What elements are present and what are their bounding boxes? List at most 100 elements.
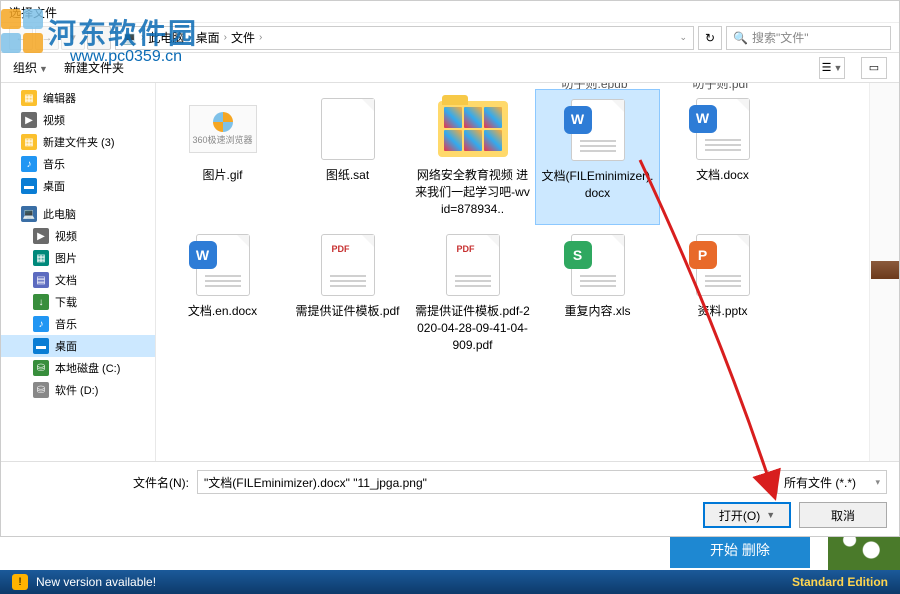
- dialog-title: 选择文件: [1, 1, 899, 23]
- tree-item[interactable]: ▤ 文档: [1, 269, 155, 291]
- breadcrumb-part[interactable]: 桌面: [196, 29, 220, 46]
- file-item[interactable]: 360极速浏览器图片.gif: [160, 89, 285, 225]
- music-icon: ♪: [33, 316, 49, 332]
- tree-item[interactable]: ▦ 新建文件夹 (3): [1, 131, 155, 153]
- preview-pane-button[interactable]: ▭: [861, 57, 887, 79]
- desktop-icon: ▬: [21, 178, 37, 194]
- file-item[interactable]: PDF 需提供证件模板.pdf-2020-04-28-09-41-04-909.p…: [410, 225, 535, 361]
- file-thumbnail: PDF: [437, 233, 509, 297]
- search-input[interactable]: 🔍 搜索"文件": [726, 26, 891, 50]
- tree-item[interactable]: ▬ 桌面: [1, 175, 155, 197]
- breadcrumb-part[interactable]: 此电脑: [148, 29, 184, 46]
- file-thumbnail: [437, 97, 509, 161]
- tree-item-label: 软件 (D:): [55, 382, 98, 398]
- folder-tree: ▦编辑器▶视频▦新建文件夹 (3)♪音乐▬桌面💻此电脑▶视频▦图片▤文档↓下载♪…: [1, 83, 156, 461]
- doc-icon: ▤: [33, 272, 49, 288]
- tree-item-label: 桌面: [43, 178, 65, 194]
- desktop-icon: ▬: [33, 338, 49, 354]
- file-item[interactable]: 图纸.sat: [285, 89, 410, 225]
- file-thumbnail: S: [562, 233, 634, 297]
- file-name-label: 网络安全教育视频 进来我们一起学习吧-wvid=878934..: [414, 167, 531, 217]
- file-type-filter[interactable]: 所有文件 (*.*): [777, 470, 887, 494]
- pic-icon: ▦: [33, 250, 49, 266]
- nav-recent-dropdown[interactable]: ▾: [61, 26, 85, 50]
- music-icon: ♪: [21, 156, 37, 172]
- status-message: New version available!: [36, 575, 156, 589]
- tree-item-label: 音乐: [55, 316, 77, 332]
- file-thumbnail: PDF: [312, 233, 384, 297]
- nav-back-button[interactable]: ←: [9, 26, 33, 50]
- file-thumbnail: 360极速浏览器: [187, 97, 259, 161]
- pc-icon: 💻: [122, 31, 137, 45]
- tree-item-label: 下载: [55, 294, 77, 310]
- tree-item[interactable]: ⛁ 软件 (D:): [1, 379, 155, 401]
- new-folder-button[interactable]: 新建文件夹: [64, 59, 124, 76]
- file-name-label: 资料.pptx: [697, 303, 747, 320]
- tree-item[interactable]: ▦ 编辑器: [1, 87, 155, 109]
- file-name-label: 需提供证件模板.pdf: [295, 303, 399, 320]
- video-icon: ▶: [21, 112, 37, 128]
- breadcrumb[interactable]: 💻 › 此电脑 › 桌面 › 文件 › ⌄: [115, 26, 694, 50]
- file-item[interactable]: 网络安全教育视频 进来我们一起学习吧-wvid=878934..: [410, 89, 535, 225]
- file-list[interactable]: 叻子则.epub 叻子则.pdf 360极速浏览器图片.gif图纸.sat网络安…: [156, 83, 869, 461]
- file-thumbnail: W: [687, 97, 759, 161]
- refresh-button[interactable]: ↻: [698, 26, 722, 50]
- tree-item-label: 音乐: [43, 156, 65, 172]
- organize-menu[interactable]: 组织▼: [13, 59, 48, 76]
- folder-icon: ▦: [21, 90, 37, 106]
- file-item[interactable]: PDF 需提供证件模板.pdf: [285, 225, 410, 361]
- open-button[interactable]: 打开(O)▼: [703, 502, 791, 528]
- file-name-label: 需提供证件模板.pdf-2020-04-28-09-41-04-909.pdf: [414, 303, 531, 353]
- pc-icon: 💻: [21, 206, 37, 222]
- file-thumbnail: W: [562, 98, 634, 162]
- file-thumbnail: [312, 97, 384, 161]
- tree-item-label: 视频: [55, 228, 77, 244]
- file-name-label: 文档(FILEminimizer).docx: [540, 168, 655, 202]
- tree-item[interactable]: ▶视频: [1, 225, 155, 247]
- filename-input[interactable]: [197, 470, 769, 494]
- tree-item[interactable]: ⛁ 本地磁盘 (C:): [1, 357, 155, 379]
- file-name-label: 重复内容.xls: [564, 303, 630, 320]
- tree-item[interactable]: 💻 此电脑: [1, 203, 155, 225]
- file-thumbnail: W: [187, 233, 259, 297]
- tree-item[interactable]: ▦ 图片: [1, 247, 155, 269]
- tree-item[interactable]: ♪ 音乐: [1, 313, 155, 335]
- tree-item[interactable]: ♪ 音乐: [1, 153, 155, 175]
- view-mode-button[interactable]: ☰▼: [819, 57, 845, 79]
- tree-item-label: 编辑器: [43, 90, 76, 106]
- breadcrumb-part[interactable]: 文件: [231, 29, 255, 46]
- tree-item[interactable]: ▶ 视频: [1, 109, 155, 131]
- file-thumbnail: P: [687, 233, 759, 297]
- down-icon: ↓: [33, 294, 49, 310]
- breadcrumb-dropdown-icon[interactable]: ⌄: [679, 32, 687, 43]
- start-delete-button[interactable]: 开始 删除: [670, 532, 810, 568]
- nav-up-button[interactable]: ↑: [87, 26, 111, 50]
- tree-item-label: 文档: [55, 272, 77, 288]
- filename-label: 文件名(N):: [133, 474, 189, 491]
- tree-item-label: 视频: [43, 112, 65, 128]
- tree-item[interactable]: ▬ 桌面: [1, 335, 155, 357]
- disk-icon: ⛁: [33, 382, 49, 398]
- cancel-button[interactable]: 取消: [799, 502, 887, 528]
- tree-item-label: 桌面: [55, 338, 77, 354]
- file-item[interactable]: W文档.en.docx: [160, 225, 285, 361]
- tree-item-label: 图片: [55, 250, 77, 266]
- file-item[interactable]: P 资料.pptx: [660, 225, 785, 361]
- search-icon: 🔍: [733, 31, 748, 45]
- file-name-label: 图纸.sat: [326, 167, 369, 184]
- file-name-label: 文档.docx: [696, 167, 749, 184]
- nav-forward-button[interactable]: →: [35, 26, 59, 50]
- file-item[interactable]: S 重复内容.xls: [535, 225, 660, 361]
- preview-pane: [869, 83, 899, 461]
- tree-item-label: 此电脑: [43, 206, 76, 222]
- file-open-dialog: 选择文件 ← → ▾ ↑ 💻 › 此电脑 › 桌面 › 文件 › ⌄ ↻ 🔍 搜…: [0, 0, 900, 537]
- disk-green-icon: ⛁: [33, 360, 49, 376]
- file-item[interactable]: W 文档.docx: [660, 89, 785, 225]
- file-item[interactable]: W 文档(FILEminimizer).docx: [535, 89, 660, 225]
- tree-item[interactable]: ↓ 下载: [1, 291, 155, 313]
- status-bar: ! New version available! Standard Editio…: [0, 570, 900, 594]
- folder-icon: ▦: [21, 134, 37, 150]
- tree-item-label: 新建文件夹 (3): [43, 134, 115, 150]
- edition-label: Standard Edition: [792, 575, 888, 589]
- tree-item-label: 本地磁盘 (C:): [55, 360, 120, 376]
